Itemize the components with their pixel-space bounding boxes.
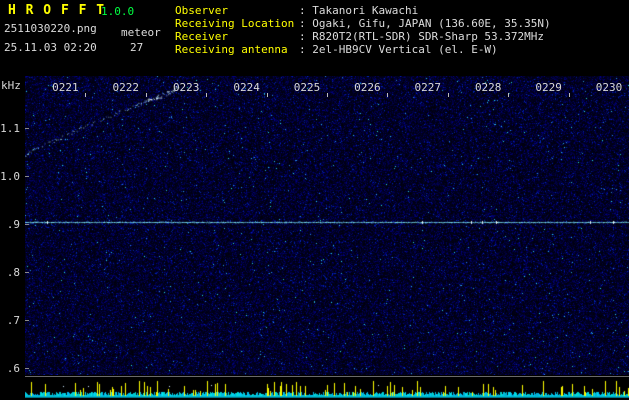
time-tick-label: 0221 (52, 81, 79, 94)
time-tick-mark (448, 93, 449, 97)
time-tick-mark (85, 93, 86, 97)
signal-level-strip-canvas (25, 380, 629, 398)
spectrogram-canvas (25, 76, 629, 375)
app-title: H R O F F T (8, 3, 106, 18)
app-version: 1.0.0 (101, 5, 135, 18)
time-tick-label: 0222 (112, 81, 140, 94)
time-tick-label: 0230 (595, 81, 623, 94)
station-row: Receiver: R820T2(RTL-SDR) SDR-Sharp 53.3… (175, 30, 551, 43)
time-tick-label: 0226 (354, 81, 381, 94)
freq-tick-label: 1.0 (0, 169, 20, 183)
station-row-colon: : (299, 4, 313, 17)
station-row-label: Receiving Location (175, 17, 295, 30)
station-info: Observer: Takanori Kawachi Receiving Loca… (175, 4, 551, 56)
station-row-value: Takanori Kawachi (312, 4, 419, 17)
freq-tick-label: .9 (6, 217, 20, 231)
station-row-colon: : (299, 43, 313, 56)
hrofft-output: H R O F F T 1.0.0 2511030220.png meteor … (0, 0, 629, 400)
freq-tick-mark (25, 175, 29, 177)
station-row: Receiving antenna: 2el-HB9CV Vertical (e… (175, 43, 551, 56)
echo-count: 27 (130, 41, 144, 54)
time-tick-label: 0228 (474, 81, 502, 94)
time-tick-mark (146, 93, 147, 97)
freq-tick-mark (25, 271, 29, 273)
time-tick-mark (206, 93, 207, 97)
freq-tick-mark (25, 367, 29, 369)
freq-axis-unit-label: kHz (1, 79, 21, 92)
station-row: Receiving Location: Ogaki, Gifu, JAPAN (… (175, 17, 551, 30)
station-row-value: R820T2(RTL-SDR) SDR-Sharp 53.372MHz (312, 30, 545, 43)
station-row: Observer: Takanori Kawachi (175, 4, 551, 17)
time-tick-mark (387, 93, 388, 97)
time-tick-mark (569, 93, 570, 97)
time-tick-label: 0224 (233, 81, 260, 94)
station-row-value: 2el-HB9CV Vertical (el. E-W) (312, 43, 498, 56)
spectrogram-bottom-axis-line (25, 376, 629, 377)
freq-tick-mark (25, 127, 29, 129)
mode-label: meteor (121, 26, 161, 39)
time-tick-mark (327, 93, 328, 97)
time-tick-mark (267, 93, 268, 97)
time-tick-label: 0229 (535, 81, 562, 94)
freq-tick-label: .8 (6, 265, 20, 279)
station-row-label: Receiving antenna (175, 43, 288, 56)
station-row-label: Observer (175, 4, 228, 17)
station-row-value: Ogaki, Gifu, JAPAN (136.60E, 35.35N) (312, 17, 551, 30)
freq-tick-label: 1.1 (0, 121, 20, 135)
record-timestamp: 25.11.03 02:20 (4, 41, 97, 54)
output-filename: 2511030220.png (4, 22, 97, 35)
time-tick-label: 0225 (293, 81, 321, 94)
freq-tick-label: .7 (6, 313, 20, 327)
freq-tick-mark (25, 223, 29, 225)
time-tick-label: 0223 (172, 81, 200, 94)
time-tick-mark (508, 93, 509, 97)
station-row-label: Receiver (175, 30, 228, 43)
time-tick-label: 0227 (414, 81, 442, 94)
freq-tick-mark (25, 319, 29, 321)
station-row-colon: : (299, 30, 313, 43)
freq-tick-label: .6 (6, 361, 20, 375)
station-row-colon: : (299, 17, 313, 30)
